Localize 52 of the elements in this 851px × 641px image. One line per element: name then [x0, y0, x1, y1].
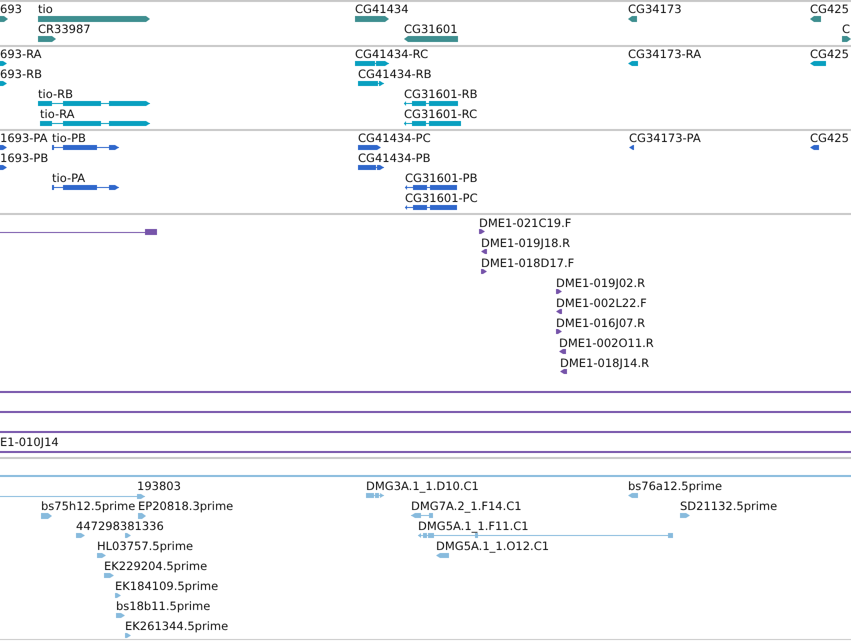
feature-label: HL03757.5prime — [97, 539, 194, 553]
feature-label: CG31601-PB — [405, 171, 478, 185]
feature-label: 693 — [0, 2, 22, 16]
feature-label: SD21132.5prime — [680, 499, 778, 513]
feature-label: tio-RB — [38, 87, 73, 101]
feature-label: CG425 — [810, 47, 849, 61]
feature-label: DME1-021C19.F — [479, 216, 572, 230]
feature-label: EK261344.5prime — [125, 619, 228, 633]
feature-label: tio-PB — [52, 131, 86, 145]
feature-label: CG41434-PB — [358, 151, 430, 165]
feature-label: CG31601-RC — [404, 107, 478, 121]
feature-label: CG31601 — [404, 22, 458, 36]
feature-label: C — [842, 22, 850, 36]
feature-label: DME1-016J07.R — [556, 316, 646, 330]
feature-label: bs75h12.5prime — [41, 499, 136, 513]
feature-label: DME1-002L22.F — [556, 296, 647, 310]
feature-label: tio-PA — [52, 171, 86, 185]
feature-label: 193803 — [137, 479, 181, 493]
feature-label: CR33987 — [38, 22, 91, 36]
feature-label: CG425 — [810, 2, 849, 16]
feature-label: CG41434-PC — [358, 131, 431, 145]
feature-label: bs76a12.5prime — [628, 479, 722, 493]
feature-label: DME1-019J18.R — [481, 236, 570, 250]
feature-label: 693-RA — [0, 47, 42, 61]
feature-label: DME1-019J02.R — [556, 276, 646, 290]
feature-label: tio — [38, 2, 53, 16]
feature-label: tio-RA — [40, 107, 74, 121]
feature-label: EK184109.5prime — [115, 579, 218, 593]
feature-label: DMG7A.2_1.F14.C1 — [411, 499, 522, 513]
feature-label: CG34173 — [628, 2, 682, 16]
feature-label: DMG5A.1_1.O12.C1 — [436, 539, 550, 553]
feature-label: CG41434-RC — [355, 47, 428, 61]
feature-label: bs18b11.5prime — [116, 599, 210, 613]
feature-label: E1-010J14 — [0, 435, 59, 449]
feature-label: CG425 — [810, 131, 849, 145]
feature-label: 1693-PA — [0, 131, 48, 145]
feature-label: CG31601-RB — [404, 87, 478, 101]
feature-label: 1693-PB — [0, 151, 48, 165]
feature-label: 447298381336 — [76, 519, 164, 533]
feature-label: CG41434 — [355, 2, 409, 16]
feature-label: DME1-018J14.R — [560, 356, 650, 370]
feature-label: EK229204.5prime — [104, 559, 208, 573]
feature-label: 693-RB — [0, 67, 42, 81]
feature-label: DME1-018D17.F — [481, 256, 574, 270]
feature-label: CG41434-RB — [358, 67, 432, 81]
feature-label: CG31601-PC — [405, 191, 478, 205]
feature-label: DMG5A.1_1.F11.C1 — [418, 519, 529, 533]
feature-label: EP20818.3prime — [138, 499, 234, 513]
feature-label: DME1-002O11.R — [559, 336, 654, 350]
feature-label: CG34173-PA — [629, 131, 701, 145]
feature-label: DMG3A.1_1.D10.C1 — [366, 479, 479, 493]
feature-label: CG34173-RA — [628, 47, 702, 61]
